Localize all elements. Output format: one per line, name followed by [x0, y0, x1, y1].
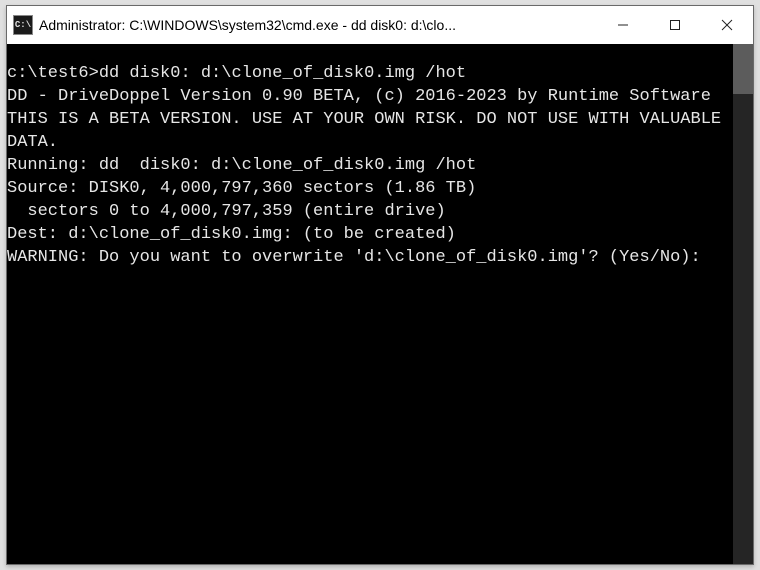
cmd-window: C:\ Administrator: C:\WINDOWS\system32\c…	[6, 5, 754, 565]
terminal-output[interactable]: c:\test6>dd disk0: d:\clone_of_disk0.img…	[7, 44, 733, 564]
cmd-icon: C:\	[13, 15, 33, 35]
output-line: sectors 0 to 4,000,797,359 (entire drive…	[7, 202, 446, 221]
maximize-icon	[669, 19, 681, 31]
terminal-wrap: c:\test6>dd disk0: d:\clone_of_disk0.img…	[7, 44, 753, 564]
close-button[interactable]	[701, 6, 753, 44]
output-line: Dest: d:\clone_of_disk0.img: (to be crea…	[7, 225, 456, 244]
window-controls	[597, 6, 753, 44]
close-icon	[721, 19, 733, 31]
minimize-button[interactable]	[597, 6, 649, 44]
titlebar[interactable]: C:\ Administrator: C:\WINDOWS\system32\c…	[7, 6, 753, 44]
prompt: c:\test6>	[7, 64, 99, 83]
window-title: Administrator: C:\WINDOWS\system32\cmd.e…	[39, 17, 597, 33]
output-line: WARNING: Do you want to overwrite 'd:\cl…	[7, 248, 701, 267]
output-line: Running: dd disk0: d:\clone_of_disk0.img…	[7, 156, 476, 175]
output-line: DD - DriveDoppel Version 0.90 BETA, (c) …	[7, 87, 711, 106]
scrollbar-thumb[interactable]	[733, 44, 753, 94]
output-line: Source: DISK0, 4,000,797,360 sectors (1.…	[7, 179, 476, 198]
output-line: THIS IS A BETA VERSION. USE AT YOUR OWN …	[7, 110, 731, 152]
minimize-icon	[617, 19, 629, 31]
command-input[interactable]: dd disk0: d:\clone_of_disk0.img /hot	[99, 64, 466, 83]
vertical-scrollbar[interactable]	[733, 44, 753, 564]
maximize-button[interactable]	[649, 6, 701, 44]
